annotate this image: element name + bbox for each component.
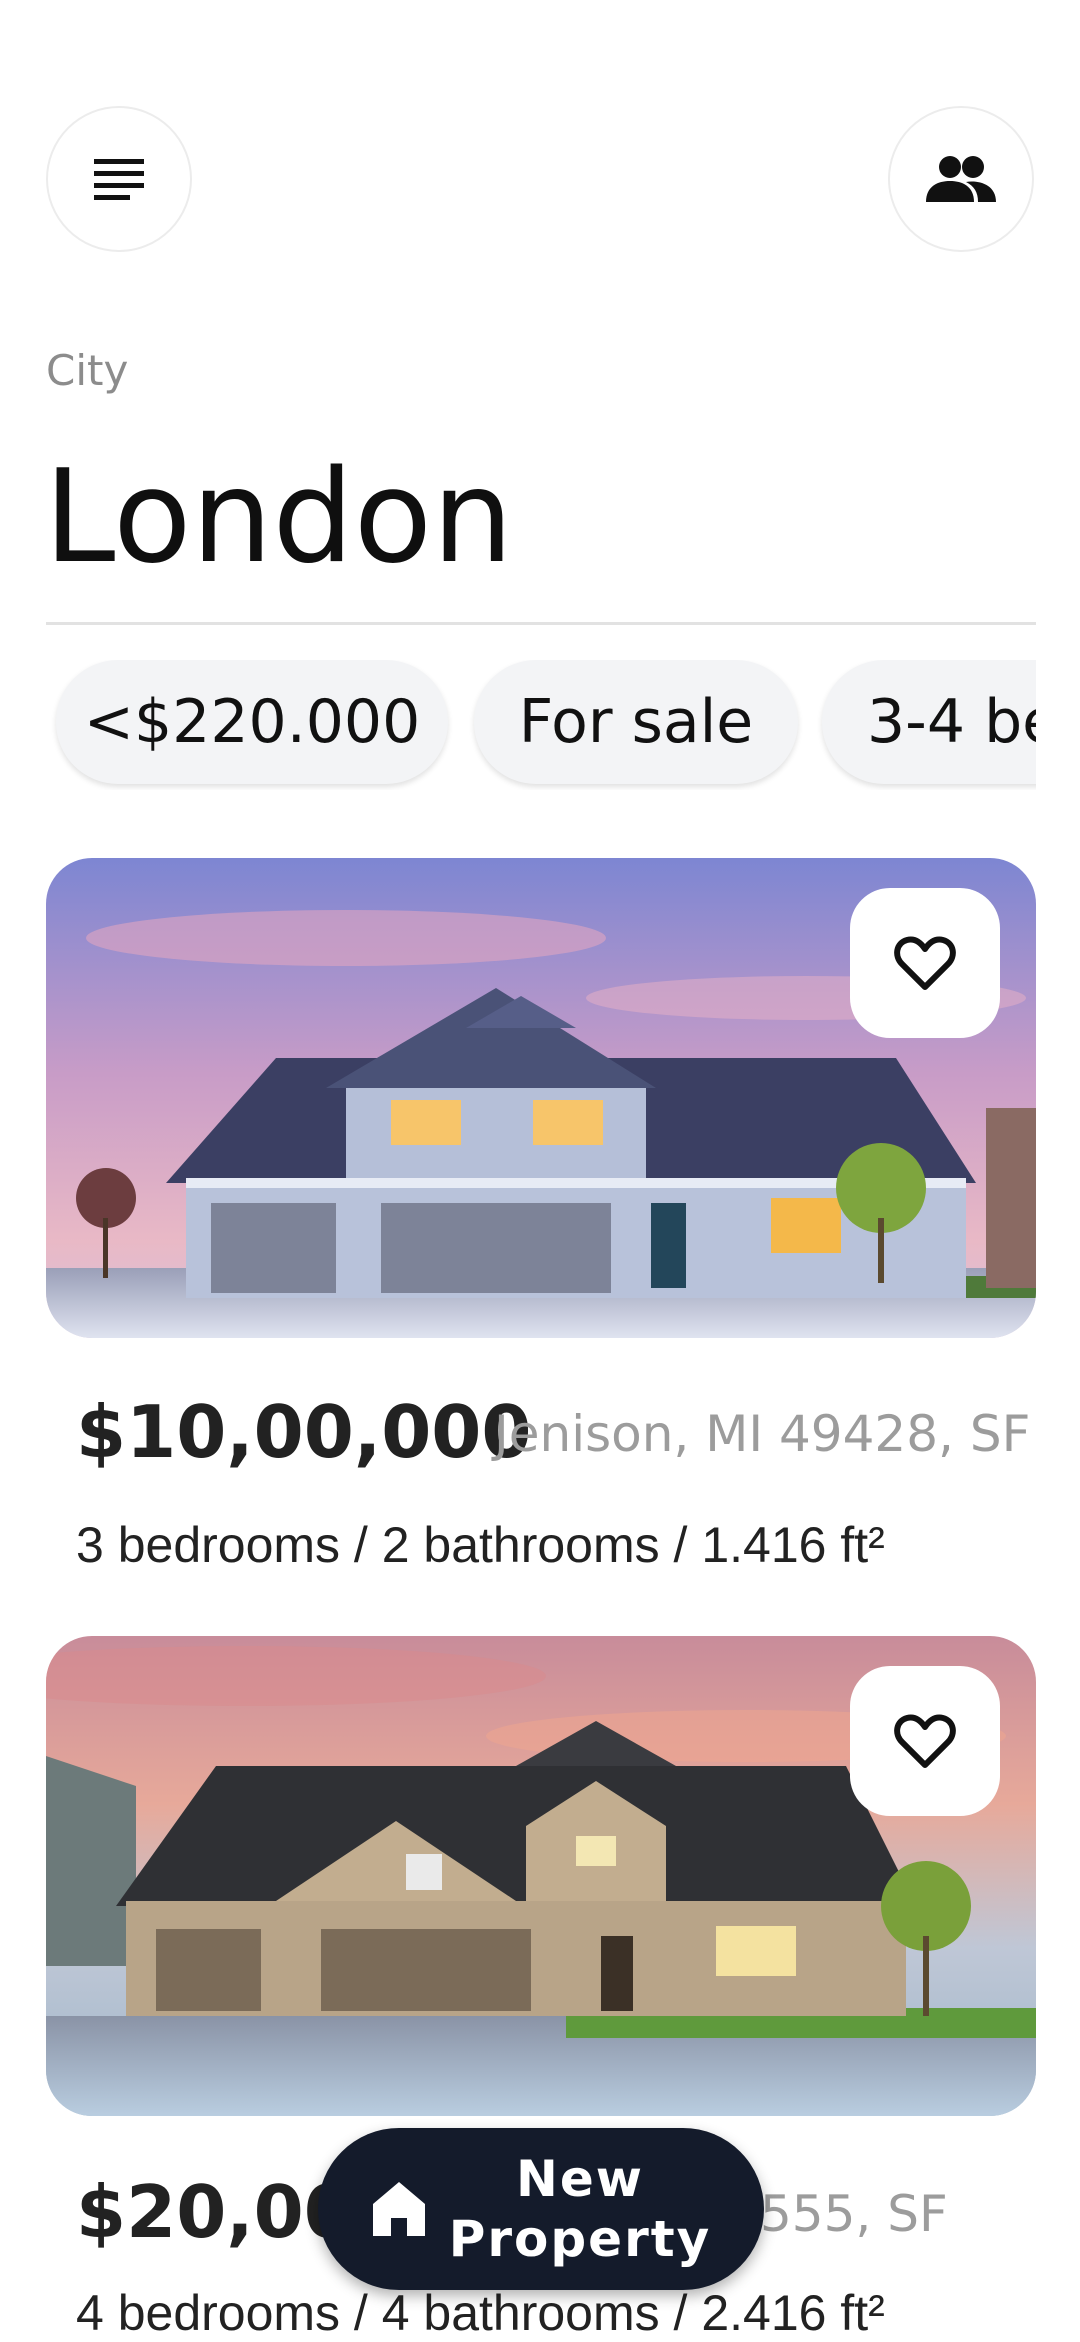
listing-price: $10,00,000 bbox=[76, 1390, 532, 1474]
filter-chips: <$220.000 For sale 3-4 beds bbox=[46, 660, 1036, 790]
fab-label-line2: Property bbox=[448, 2210, 712, 2268]
people-button[interactable] bbox=[888, 106, 1034, 252]
listing-address: Jenison, MI 49428, SF bbox=[494, 1405, 1031, 1463]
listing-image[interactable] bbox=[46, 1636, 1036, 2116]
new-property-button[interactable]: New Property bbox=[318, 2128, 764, 2290]
divider bbox=[46, 622, 1036, 625]
filter-chip-price[interactable]: <$220.000 bbox=[56, 660, 448, 784]
menu-button[interactable] bbox=[46, 106, 192, 252]
filter-chip-beds[interactable]: 3-4 beds bbox=[822, 660, 1036, 784]
favorite-button[interactable] bbox=[850, 1666, 1000, 1816]
listing-image[interactable] bbox=[46, 858, 1036, 1338]
favorite-button[interactable] bbox=[850, 888, 1000, 1038]
listing-details: 3 bedrooms / 2 bathrooms / 1.416 ft² bbox=[76, 1517, 885, 1573]
new-property-label: New Property bbox=[449, 2149, 712, 2269]
heart-outline-icon bbox=[894, 936, 956, 990]
filter-chip-for-sale[interactable]: For sale bbox=[474, 660, 798, 784]
city-label: City bbox=[46, 346, 129, 395]
home-icon bbox=[372, 2182, 425, 2236]
heart-outline-icon bbox=[894, 1714, 956, 1768]
listing-address: 555, SF bbox=[760, 2185, 948, 2243]
people-icon bbox=[926, 156, 996, 202]
listing-details: 4 bedrooms / 4 bathrooms / 2.416 ft² bbox=[76, 2285, 885, 2341]
city-title[interactable]: London bbox=[44, 448, 513, 588]
fab-label-line1: New bbox=[516, 2150, 644, 2208]
menu-lines-icon bbox=[94, 159, 144, 200]
